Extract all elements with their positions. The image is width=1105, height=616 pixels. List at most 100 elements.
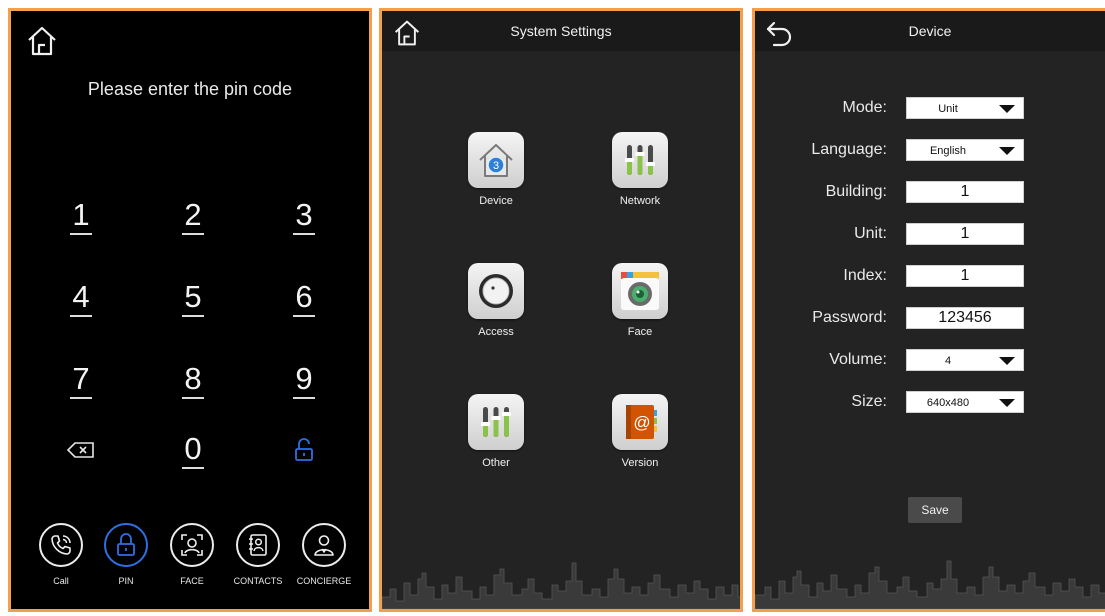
volume-select[interactable]: 4 [906, 349, 1024, 371]
key-5-label: 5 [182, 281, 204, 317]
nav-call-label: Call [53, 576, 69, 586]
nav-face-button[interactable]: FACE [162, 523, 222, 586]
nav-concierge-label: CONCIERGE [296, 576, 352, 586]
app-access[interactable]: Access [446, 263, 546, 338]
system-settings-screen: System Settings 3 Device Network Access … [379, 8, 743, 612]
key-4[interactable]: 4 [51, 279, 111, 317]
contacts-icon [249, 534, 267, 556]
unlock-button[interactable] [274, 438, 334, 467]
device-house-icon: 3 [479, 144, 513, 177]
mode-value: Unit [938, 103, 958, 115]
size-row: Size: 640x480 [755, 391, 1105, 415]
volume-value: 4 [944, 355, 952, 367]
mode-select[interactable]: Unit [906, 97, 1024, 119]
index-label: Index: [843, 267, 887, 284]
building-input[interactable]: 1 [906, 181, 1024, 203]
size-select[interactable]: 640x480 [906, 391, 1024, 413]
key-2[interactable]: 2 [163, 197, 223, 235]
unit-row: Unit: 1 [755, 223, 1105, 247]
nav-call-button[interactable]: Call [31, 523, 91, 586]
key-3[interactable]: 3 [274, 197, 334, 235]
nav-pin-label: PIN [118, 576, 134, 586]
volume-row: Volume: 4 [755, 349, 1105, 373]
size-label: Size: [851, 393, 887, 410]
password-row: Password: 123456 [755, 307, 1105, 331]
network-sliders-icon [625, 145, 655, 175]
pin-prompt: Please enter the pin code [87, 79, 293, 99]
device-badge: 3 [493, 160, 499, 172]
backspace-button[interactable] [51, 441, 111, 464]
face-camera-icon [621, 272, 659, 310]
key-2-label: 2 [182, 199, 204, 235]
svg-text:@: @ [633, 413, 650, 432]
mode-row: Mode: Unit [755, 97, 1105, 121]
app-device[interactable]: 3 Device [446, 132, 546, 207]
password-label: Password: [812, 309, 887, 326]
nav-face-label: FACE [180, 576, 204, 586]
password-input[interactable]: 123456 [906, 307, 1024, 329]
key-1[interactable]: 1 [51, 197, 111, 235]
key-0-label: 0 [182, 433, 204, 469]
save-button[interactable]: Save [908, 497, 962, 523]
unit-label: Unit: [854, 225, 887, 242]
key-6[interactable]: 6 [274, 279, 334, 317]
building-label: Building: [825, 183, 887, 200]
nav-concierge-button[interactable]: CONCIERGE [294, 523, 354, 586]
nav-contacts-label: CONTACTS [233, 576, 283, 586]
concierge-icon [314, 535, 334, 556]
system-settings-header: System Settings [382, 11, 740, 51]
chevron-down-icon [999, 147, 1015, 155]
index-row: Index: 1 [755, 265, 1105, 289]
key-8-label: 8 [182, 363, 204, 399]
chevron-down-icon [999, 105, 1015, 113]
app-version[interactable]: @ Version [590, 394, 690, 469]
chevron-down-icon [999, 357, 1015, 365]
face-scan-icon [181, 534, 203, 556]
device-header: Device [755, 11, 1105, 51]
page-title: Device [908, 23, 952, 39]
backspace-icon [66, 442, 94, 458]
other-sliders-icon [481, 407, 511, 437]
app-access-label: Access [478, 326, 514, 338]
language-value: English [929, 145, 967, 157]
page-title: System Settings [510, 23, 612, 39]
app-other-label: Other [482, 457, 510, 469]
phone-icon [51, 535, 71, 555]
chevron-down-icon [999, 399, 1015, 407]
volume-label: Volume: [829, 351, 887, 368]
access-knob-icon [479, 274, 513, 308]
app-network[interactable]: Network [590, 132, 690, 207]
app-version-label: Version [621, 457, 659, 469]
app-face[interactable]: Face [590, 263, 690, 338]
app-network-label: Network [619, 195, 661, 207]
key-0[interactable]: 0 [163, 431, 223, 469]
home-icon[interactable] [25, 25, 59, 57]
key-7[interactable]: 7 [51, 361, 111, 399]
key-8[interactable]: 8 [163, 361, 223, 399]
city-skyline-decoration [755, 560, 1105, 609]
key-5[interactable]: 5 [163, 279, 223, 317]
nav-contacts-button[interactable]: CONTACTS [228, 523, 288, 586]
app-other[interactable]: Other [446, 394, 546, 469]
lock-icon [117, 533, 135, 556]
key-9[interactable]: 9 [274, 361, 334, 399]
key-4-label: 4 [70, 281, 92, 317]
app-face-label: Face [627, 326, 653, 338]
key-9-label: 9 [293, 363, 315, 399]
key-1-label: 1 [70, 199, 92, 235]
key-7-label: 7 [70, 363, 92, 399]
city-skyline-decoration [382, 562, 740, 609]
building-row: Building: 1 [755, 181, 1105, 205]
version-book-icon: @ [626, 405, 657, 439]
size-value: 640x480 [926, 397, 970, 409]
device-settings-screen: Device Mode: Unit Language: English Buil… [752, 8, 1105, 612]
unit-input[interactable]: 1 [906, 223, 1024, 245]
nav-pin-button[interactable]: PIN [96, 523, 156, 586]
language-select[interactable]: English [906, 139, 1024, 161]
app-device-label: Device [479, 195, 513, 207]
language-label: Language: [811, 141, 887, 158]
unlock-icon [295, 438, 313, 461]
mode-label: Mode: [842, 99, 887, 116]
key-3-label: 3 [293, 199, 315, 235]
index-input[interactable]: 1 [906, 265, 1024, 287]
